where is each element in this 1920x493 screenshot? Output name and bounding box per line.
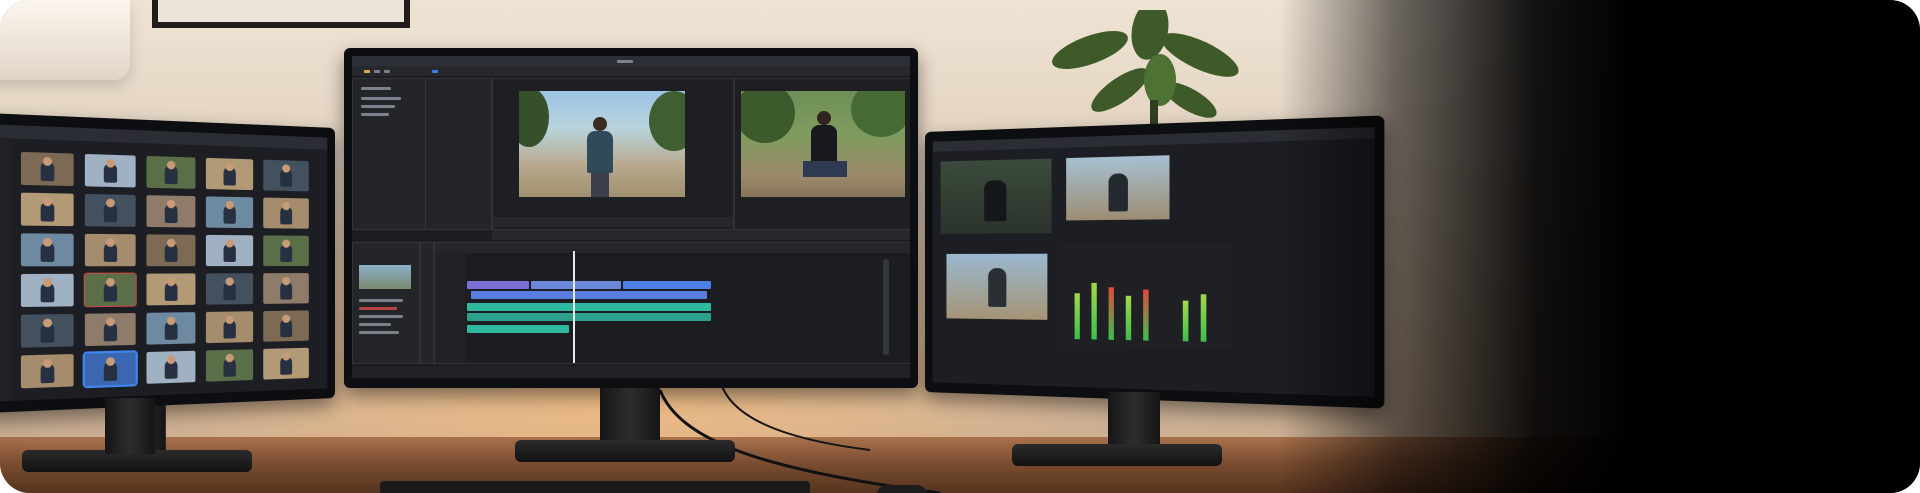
source-monitor-panel	[734, 78, 910, 230]
media-thumbnail[interactable]	[20, 151, 74, 187]
clip-video-3[interactable]	[623, 281, 711, 289]
media-thumbnail[interactable]	[205, 349, 254, 382]
media-thumbnail[interactable]	[205, 273, 254, 305]
media-thumbnail[interactable]	[263, 273, 309, 304]
person-head	[593, 117, 607, 131]
title-bar	[0, 123, 328, 150]
media-thumbnail[interactable]	[146, 234, 196, 267]
clip-audio-2[interactable]	[467, 313, 711, 321]
scrubber-bar[interactable]	[492, 230, 910, 240]
program-monitor-panel	[492, 78, 734, 230]
right-dark-fade	[1280, 0, 1920, 493]
panel-item[interactable]	[361, 97, 401, 100]
workstation-photo	[0, 0, 1920, 493]
media-thumbnail[interactable]	[263, 235, 309, 267]
media-thumbnail[interactable]	[20, 273, 74, 308]
status-bar	[352, 366, 910, 378]
media-thumbnail[interactable]	[20, 313, 74, 348]
media-thumbnail[interactable]	[84, 312, 136, 347]
media-thumbnail[interactable]	[20, 353, 74, 389]
lamp-icon	[0, 0, 130, 80]
media-thumbnail[interactable]	[146, 350, 196, 384]
cable	[658, 380, 941, 493]
tool-icon[interactable]	[374, 70, 380, 73]
bin-thumbnail[interactable]	[359, 265, 411, 289]
timeline-scrollbar[interactable]	[883, 259, 889, 355]
right-monitor-neck	[1108, 392, 1160, 448]
bin-item[interactable]	[359, 323, 391, 326]
audio-meter	[1182, 300, 1189, 342]
panel-item[interactable]	[361, 105, 395, 108]
timeline-panel	[434, 242, 910, 364]
keyboard-icon	[380, 481, 810, 493]
clip-audio-1[interactable]	[467, 303, 711, 311]
source-video-frame	[741, 91, 905, 197]
source-panel-video	[940, 158, 1052, 234]
center-monitor-base	[515, 440, 735, 462]
project-panel	[352, 78, 492, 230]
media-thumbnail[interactable]	[146, 155, 196, 189]
wall-picture-frame	[152, 0, 410, 28]
media-browser-screen	[0, 123, 328, 403]
clip-video-4[interactable]	[471, 291, 707, 299]
program-controls	[493, 217, 733, 227]
clip-video-1[interactable]	[467, 281, 529, 289]
audio-meter	[1200, 294, 1207, 342]
panel-tab[interactable]	[361, 87, 391, 90]
program-panel-video	[1066, 155, 1170, 221]
tool-icon[interactable]	[432, 70, 438, 73]
media-thumbnail[interactable]	[146, 273, 196, 306]
person-body	[587, 131, 613, 173]
bin-item[interactable]	[359, 307, 397, 310]
media-thumbnail[interactable]	[263, 347, 309, 380]
media-thumbnail[interactable]	[205, 234, 254, 267]
bin-item[interactable]	[359, 315, 403, 318]
audio-meter	[1108, 287, 1114, 340]
bin-item[interactable]	[359, 299, 403, 302]
media-thumbnail[interactable]	[20, 192, 74, 227]
media-thumbnail[interactable]	[82, 350, 138, 389]
media-thumbnail[interactable]	[263, 159, 309, 192]
playhead-icon[interactable]	[573, 251, 575, 363]
media-thumbnail[interactable]	[20, 233, 74, 267]
media-thumbnail[interactable]	[205, 157, 254, 191]
track-headers	[435, 253, 465, 363]
timeline-ruler	[435, 243, 910, 253]
left-monitor-neck-lower	[105, 398, 155, 454]
clip-video-2[interactable]	[531, 281, 621, 289]
media-thumbnail[interactable]	[146, 312, 196, 345]
media-thumbnail[interactable]	[146, 195, 196, 228]
tool-icon[interactable]	[384, 70, 390, 73]
audio-meter	[1143, 289, 1149, 341]
audio-meter	[1091, 282, 1097, 340]
center-monitor	[344, 48, 918, 388]
bin-panel	[352, 242, 420, 364]
media-thumbnail[interactable]	[84, 153, 136, 188]
center-monitor-neck	[600, 388, 660, 444]
editor-screen	[352, 56, 910, 378]
media-thumbnail[interactable]	[205, 311, 254, 344]
tools-panel	[420, 242, 434, 364]
media-thumbnail[interactable]	[84, 233, 136, 267]
panel-item[interactable]	[361, 113, 389, 116]
audio-meter	[1125, 295, 1132, 341]
media-thumbnail[interactable]	[205, 196, 254, 229]
media-thumbnail[interactable]	[263, 197, 309, 229]
window-title	[617, 60, 633, 63]
media-thumbnail[interactable]	[263, 310, 309, 342]
media-thumbnail[interactable]	[83, 272, 137, 308]
bin-item[interactable]	[359, 331, 399, 334]
side-panel	[0, 136, 10, 403]
left-monitor	[0, 112, 335, 462]
secondary-video	[946, 253, 1048, 320]
right-monitor-base	[1012, 444, 1222, 466]
thumbnail-grid	[20, 151, 319, 396]
mouse-icon	[876, 485, 928, 493]
audio-meter	[1074, 293, 1080, 340]
program-video-frame	[519, 91, 685, 197]
tool-icon[interactable]	[364, 70, 370, 73]
clip-audio-3[interactable]	[467, 325, 569, 333]
media-thumbnail[interactable]	[84, 193, 136, 227]
